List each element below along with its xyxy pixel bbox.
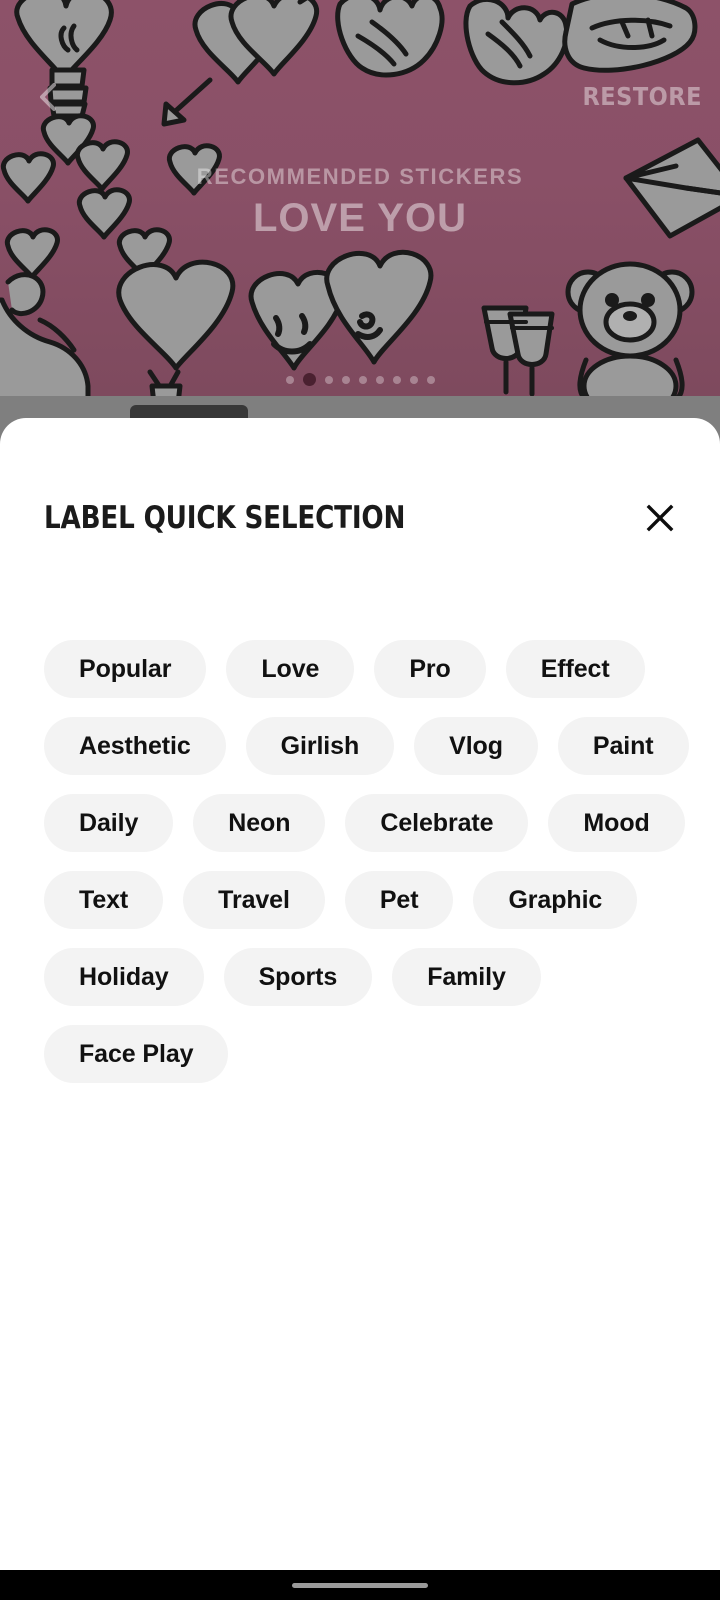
label-chip-group: Popular Love Pro Effect Aesthetic Girlis… — [44, 640, 690, 1083]
obscured-background-element — [130, 405, 248, 419]
label-chip-vlog[interactable]: Vlog — [414, 717, 538, 775]
sheet-header: LABEL QUICK SELECTION — [0, 500, 720, 544]
restore-button[interactable]: RESTORE — [582, 82, 702, 111]
label-quick-selection-sheet: LABEL QUICK SELECTION Popular Love Pro E… — [0, 418, 720, 1570]
pager-dot[interactable] — [341, 375, 350, 384]
label-chip-celebrate[interactable]: Celebrate — [345, 794, 529, 852]
back-button[interactable] — [30, 78, 68, 116]
label-chip-text[interactable]: Text — [44, 871, 164, 929]
carousel-pager[interactable] — [0, 373, 720, 386]
app-screen: RESTORE RECOMMENDED STICKERS LOVE YOU LA… — [0, 0, 720, 1600]
banner-title: LOVE YOU — [253, 196, 467, 240]
home-indicator[interactable] — [292, 1583, 428, 1588]
label-chip-popular[interactable]: Popular — [44, 640, 207, 698]
label-chip-sports[interactable]: Sports — [223, 948, 373, 1006]
label-chip-aesthetic[interactable]: Aesthetic — [44, 717, 226, 775]
label-chip-pro[interactable]: Pro — [374, 640, 486, 698]
banner-kicker: RECOMMENDED STICKERS — [196, 164, 524, 189]
pager-dot[interactable] — [426, 375, 435, 384]
page-title: LABEL QUICK SELECTION — [44, 500, 406, 536]
label-chip-pet[interactable]: Pet — [344, 871, 454, 929]
recommended-stickers-banner[interactable]: RESTORE RECOMMENDED STICKERS LOVE YOU — [0, 0, 720, 396]
system-navigation-bar — [0, 1570, 720, 1600]
label-chip-travel[interactable]: Travel — [183, 871, 325, 929]
pager-dot[interactable] — [358, 375, 367, 384]
pager-dot[interactable] — [409, 375, 418, 384]
pager-dot[interactable] — [285, 375, 294, 384]
close-icon — [646, 504, 674, 532]
label-chip-daily[interactable]: Daily — [44, 794, 174, 852]
label-chip-face-play[interactable]: Face Play — [44, 1025, 229, 1083]
pager-dot[interactable] — [375, 375, 384, 384]
pager-dot[interactable] — [392, 375, 401, 384]
label-chip-love[interactable]: Love — [226, 640, 355, 698]
label-chip-graphic[interactable]: Graphic — [473, 871, 638, 929]
label-chip-holiday[interactable]: Holiday — [44, 948, 204, 1006]
pager-dot[interactable] — [324, 375, 333, 384]
close-button[interactable] — [638, 496, 682, 540]
label-chip-family[interactable]: Family — [392, 948, 541, 1006]
chevron-left-icon — [40, 83, 56, 111]
pager-dot-active[interactable] — [302, 373, 316, 386]
label-chip-effect[interactable]: Effect — [505, 640, 645, 698]
label-chip-neon[interactable]: Neon — [193, 794, 326, 852]
label-chip-girlish[interactable]: Girlish — [245, 717, 395, 775]
label-chip-paint[interactable]: Paint — [557, 717, 689, 775]
label-chip-mood[interactable]: Mood — [548, 794, 685, 852]
